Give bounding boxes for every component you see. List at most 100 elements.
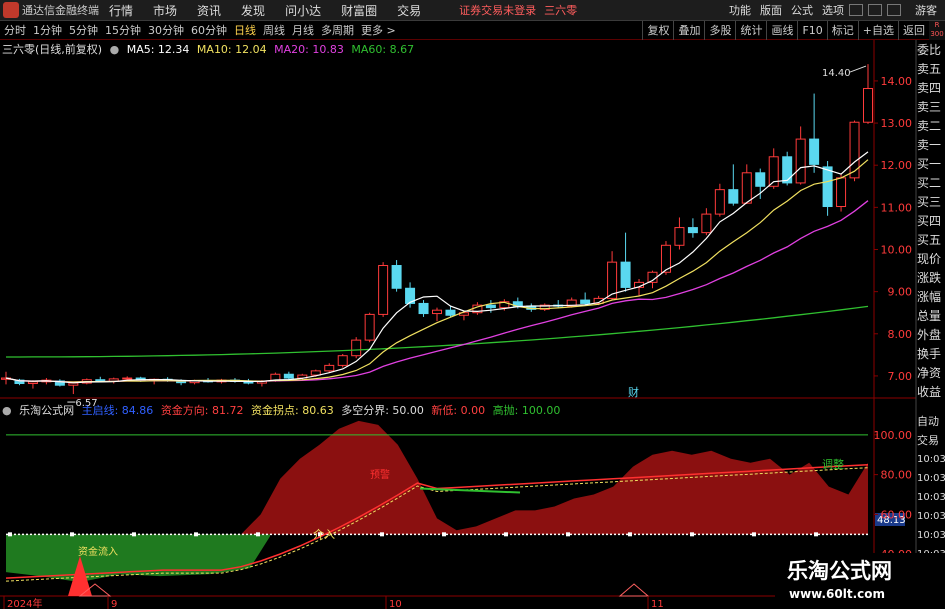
fund-turn-label: 资金拐点: 80.63	[251, 404, 334, 417]
fund-area	[6, 420, 868, 535]
bull-bear-dot	[194, 532, 198, 537]
bull-bear-dot	[752, 532, 756, 537]
quote-nav-item[interactable]: 总量	[917, 307, 945, 326]
candle-body	[728, 189, 739, 204]
quote-nav-item[interactable]: 委比	[917, 41, 945, 60]
time-tick-label: 11	[651, 599, 664, 609]
cai-marker: 财	[628, 385, 639, 399]
candle-body	[337, 355, 348, 366]
quote-nav-item[interactable]: 现价	[917, 250, 945, 269]
quote-nav-item[interactable]: 净资	[917, 364, 945, 383]
candle-body	[822, 166, 833, 208]
settings-icon[interactable]: ●	[2, 404, 12, 417]
price-tick-label: 7.00	[888, 370, 913, 383]
sub-title-row: ● 乐淘公式网 主启线: 84.86 资金方向: 81.72 资金拐点: 80.…	[2, 402, 564, 417]
candle-body	[809, 138, 820, 165]
quote-nav-item[interactable]: 买三	[917, 193, 945, 212]
candle-body	[68, 382, 79, 386]
trade-time-item: 10:03	[917, 530, 945, 541]
candle-body	[836, 177, 847, 208]
quote-nav-item[interactable]: 涨幅	[917, 288, 945, 307]
trade-time-item: 10:03	[917, 473, 945, 484]
quote-nav-item[interactable]: 买五	[917, 231, 945, 250]
sub-tick-label: 60.00	[881, 508, 913, 521]
watermark-url: www.60lt.com	[789, 587, 886, 601]
trade-time-item: 10:03	[917, 454, 945, 465]
price-tick-label: 11.00	[881, 201, 913, 214]
candle-body	[391, 265, 402, 289]
main-title-row: 三六零(日线,前复权) ● MA5: 12.34 MA10: 12.04 MA2…	[2, 41, 418, 56]
quote-nav-item[interactable]: 涨跌	[917, 269, 945, 288]
quote-nav-item[interactable]: 卖一	[917, 136, 945, 155]
trade-time-item: 10:03	[917, 492, 945, 503]
green-area	[6, 534, 270, 583]
candle-body	[741, 172, 752, 204]
price-tick-label: 10.00	[881, 244, 913, 257]
stock-title: 三六零(日线,前复权)	[2, 43, 103, 56]
fund-inflow-label: 资金流入	[78, 545, 118, 558]
candle-body	[283, 373, 294, 379]
adjust-segment	[419, 487, 521, 494]
sub-tick-label: 100.00	[874, 429, 913, 442]
candle-body	[849, 121, 860, 179]
quote-nav-item[interactable]: 买一	[917, 155, 945, 174]
quote-nav-item[interactable]: 卖四	[917, 79, 945, 98]
high-label: 高抛: 100.00	[492, 404, 561, 417]
trade-nav-item[interactable]: 交易	[917, 431, 945, 450]
candle-body	[863, 88, 873, 123]
bull-bear-dot	[380, 532, 384, 537]
quote-nav-item[interactable]: 卖五	[917, 60, 945, 79]
quote-nav-item[interactable]: 买四	[917, 212, 945, 231]
candle-body	[351, 339, 362, 357]
candle-body	[714, 189, 725, 215]
candle-body	[485, 304, 496, 309]
candle-body	[445, 309, 456, 316]
candle-body	[324, 364, 335, 372]
quote-nav-item[interactable]: 外盘	[917, 326, 945, 345]
price-tick-label: 9.00	[888, 286, 913, 299]
quote-nav-item[interactable]: 收益	[917, 383, 945, 402]
trade-nav-item[interactable]: 自动	[917, 412, 945, 431]
candle-body	[310, 370, 321, 376]
ma60-label: MA60: 8.67	[351, 43, 415, 56]
time-tick-label: 10	[389, 599, 402, 609]
candle-body	[364, 313, 375, 341]
jieru-label: 介入	[313, 528, 335, 541]
candle-body	[580, 299, 591, 304]
price-tick-label: 14.00	[881, 75, 913, 88]
watermark-title: 乐淘公式网	[787, 559, 892, 583]
bull-bear-dot	[690, 532, 694, 537]
quote-nav: 委比 卖五 卖四 卖三 卖二 卖一 买一 买二 买三 买四 买五 现价 涨跌 涨幅 总量 外盘 换手 净资 收益	[917, 41, 945, 402]
quote-nav-item[interactable]: 换手	[917, 345, 945, 364]
candle-body	[620, 261, 631, 288]
ma20-label: MA20: 10.83	[274, 43, 344, 56]
bull-bear-dot	[132, 532, 136, 537]
candle-body	[782, 156, 793, 184]
time-tick-label: 2024年	[7, 597, 42, 609]
candle-body	[27, 381, 38, 385]
bull-bear-dot	[442, 532, 446, 537]
candle-body	[687, 227, 698, 234]
tiaozheng-label: 调整	[822, 457, 844, 471]
candle-body	[755, 172, 766, 187]
candle-body	[432, 309, 442, 315]
mark-triangle-outline	[618, 583, 650, 597]
watermark: 乐淘公式网 www.60lt.com	[775, 553, 945, 609]
bull-bear-dot	[70, 532, 74, 537]
bull-bear-dot	[8, 532, 12, 537]
formula-name: 乐淘公式网	[19, 404, 75, 417]
fund-dir-label: 资金方向: 81.72	[160, 404, 244, 417]
bull-bear-dot	[628, 532, 632, 537]
quote-nav-item[interactable]: 卖三	[917, 98, 945, 117]
candle-body	[674, 227, 685, 246]
sub-tick-label: 80.00	[881, 469, 913, 482]
candle-body	[701, 213, 712, 234]
quote-nav-item[interactable]: 卖二	[917, 117, 945, 136]
time-tick-label: 9	[111, 599, 117, 609]
ma5-label: MA5: 12.34	[126, 43, 190, 56]
price-tick-label: 8.00	[888, 328, 913, 341]
ma10-label: MA10: 12.04	[196, 43, 267, 56]
settings-icon[interactable]: ●	[110, 43, 120, 56]
quote-nav-item[interactable]: 买二	[917, 174, 945, 193]
chart-canvas[interactable]: 资金流入介入预警调整48.13 7.008.009.0010.0011.0012…	[0, 0, 945, 609]
